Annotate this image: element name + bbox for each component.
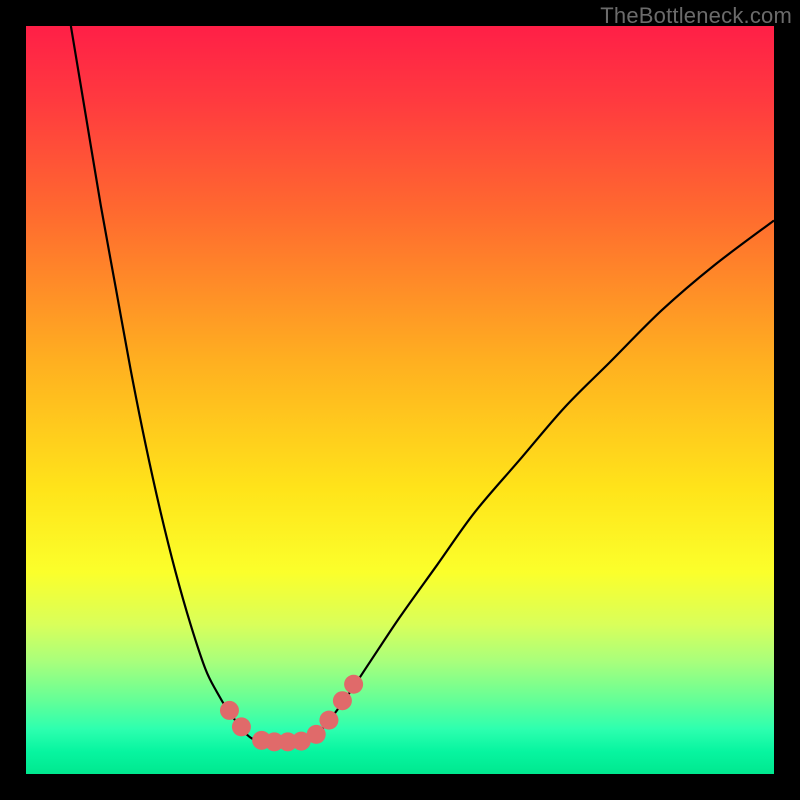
bottleneck-curve: [71, 26, 774, 742]
valley-marker: [344, 675, 363, 694]
watermark-text: TheBottleneck.com: [600, 3, 792, 29]
curve-plot: [26, 26, 774, 774]
valley-marker: [307, 725, 326, 744]
valley-marker: [319, 711, 338, 730]
valley-marker: [333, 691, 352, 710]
plot-area: [26, 26, 774, 774]
valley-marker: [220, 701, 239, 720]
valley-marker: [232, 717, 251, 736]
valley-markers: [220, 675, 363, 752]
